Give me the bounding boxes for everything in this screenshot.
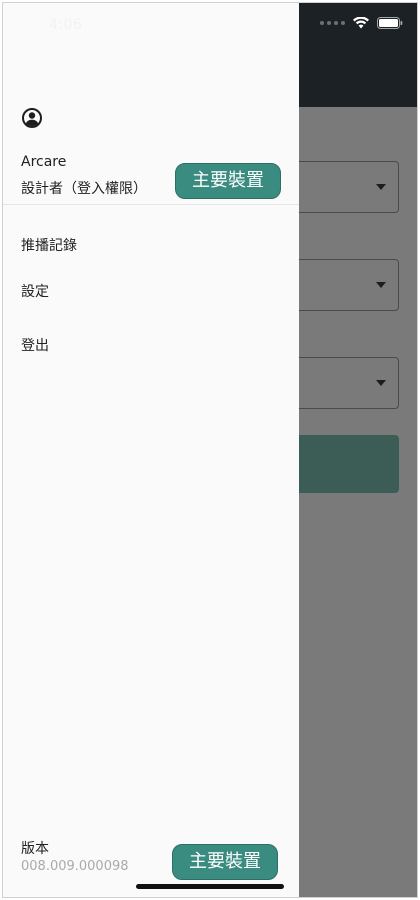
device-select-2[interactable] — [289, 259, 399, 311]
menu-item-logout[interactable]: 登出 — [21, 333, 271, 359]
device-select-1[interactable] — [289, 161, 399, 213]
divider — [3, 204, 299, 205]
navigation-drawer: 4:06 Arcare 設計者（登入權限） 推播記錄 設定 登出 版本 008.… — [3, 3, 299, 897]
dropdown-arrow-icon — [376, 380, 386, 386]
user-name: Arcare — [21, 154, 67, 170]
primary-device-badge-top: 主要裝置 — [175, 163, 281, 199]
menu-item-settings[interactable]: 設定 — [21, 279, 271, 305]
version-label: 版本 — [21, 841, 49, 857]
version-number: 008.009.000098 — [21, 859, 129, 874]
cellular-signal-icon — [320, 21, 345, 25]
wifi-icon — [353, 17, 369, 29]
account-icon — [21, 107, 43, 133]
primary-device-badge-bottom: 主要裝置 — [172, 844, 278, 880]
status-time: 4:06 — [49, 17, 83, 33]
dropdown-arrow-icon — [376, 184, 386, 190]
home-indicator — [136, 884, 284, 889]
status-icons — [320, 17, 403, 29]
submit-button[interactable] — [289, 435, 399, 493]
battery-icon — [377, 17, 403, 29]
device-select-3[interactable] — [289, 357, 399, 409]
app-screen: 4:06 Arcare 設計者（登入權限） 推播記錄 設定 登出 版本 008.… — [2, 2, 418, 898]
dropdown-arrow-icon — [376, 282, 386, 288]
menu-item-push-history[interactable]: 推播記錄 — [21, 233, 271, 259]
user-role: 設計者（登入權限） — [21, 181, 147, 197]
